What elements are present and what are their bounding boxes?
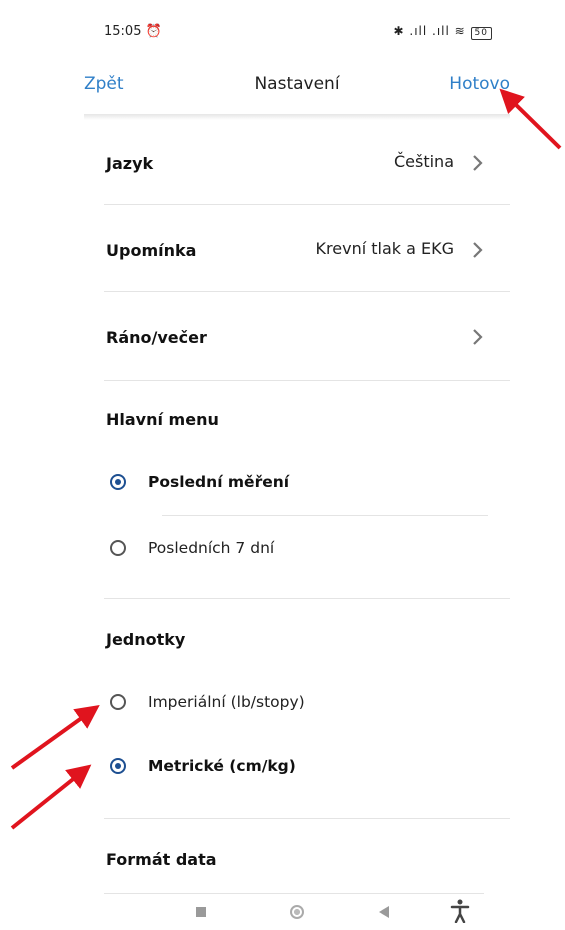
status-bar: 15:05 ⏰ ✱ .ıll .ıll ≋ 50	[84, 18, 510, 48]
morning-evening-row[interactable]: Ráno/večer	[104, 292, 510, 381]
divider	[162, 515, 488, 516]
section-divider	[104, 598, 510, 599]
recent-apps-icon[interactable]	[196, 907, 206, 917]
reminder-value: Krevní tlak a EKG	[315, 239, 454, 258]
nav-bar: Zpět Nastavení Hotovo	[84, 60, 510, 110]
arrow-to-imperial	[10, 705, 100, 770]
language-label: Jazyk	[106, 154, 154, 173]
arrow-to-metric	[10, 764, 92, 830]
home-icon[interactable]	[290, 905, 304, 919]
radio-selected-icon	[110, 474, 126, 490]
reminder-row[interactable]: Upomínka Krevní tlak a EKG	[104, 205, 510, 292]
radio-unselected-icon	[110, 694, 126, 710]
chevron-right-icon	[473, 155, 483, 171]
radio-label: Posledních 7 dní	[148, 539, 275, 557]
radio-last-measurement[interactable]: Poslední měření	[106, 466, 486, 502]
radio-label: Imperiální (lb/stopy)	[148, 693, 305, 711]
system-nav-bar	[84, 895, 510, 930]
main-menu-title: Hlavní menu	[106, 410, 219, 429]
language-row[interactable]: Jazyk Čeština	[104, 120, 510, 205]
radio-unselected-icon	[110, 540, 126, 556]
radio-label: Metrické (cm/kg)	[148, 757, 296, 775]
done-button[interactable]: Hotovo	[449, 74, 510, 94]
alarm-icon: ⏰	[145, 24, 162, 39]
date-format-title: Formát data	[106, 850, 217, 869]
bluetooth-icon: ✱	[393, 24, 405, 38]
battery-icon: 50	[470, 27, 492, 40]
radio-metric[interactable]: Metrické (cm/kg)	[106, 750, 486, 786]
arrow-to-done	[499, 88, 562, 150]
signal-icon: .ıll .ıll	[409, 24, 450, 38]
divider	[104, 893, 484, 894]
chevron-right-icon	[473, 242, 483, 258]
language-value: Čeština	[393, 152, 454, 171]
reminder-label: Upomínka	[106, 241, 197, 260]
radio-imperial[interactable]: Imperiální (lb/stopy)	[106, 686, 486, 722]
radio-selected-icon	[110, 758, 126, 774]
wifi-icon: ≋	[454, 24, 466, 38]
status-icons: ✱ .ıll .ıll ≋ 50	[393, 24, 492, 40]
page-title: Nastavení	[254, 74, 340, 94]
units-title: Jednotky	[106, 630, 186, 649]
status-time: 15:05 ⏰	[104, 24, 162, 39]
radio-label: Poslední měření	[148, 473, 290, 491]
chevron-right-icon	[473, 329, 483, 345]
morning-evening-label: Ráno/večer	[106, 328, 207, 347]
section-divider	[104, 818, 510, 819]
radio-last-7-days[interactable]: Posledních 7 dní	[106, 532, 486, 568]
back-triangle-icon[interactable]	[378, 905, 390, 919]
settings-screen: 15:05 ⏰ ✱ .ıll .ıll ≋ 50 Zpět Nastavení …	[84, 0, 510, 930]
accessibility-icon[interactable]	[450, 899, 470, 923]
